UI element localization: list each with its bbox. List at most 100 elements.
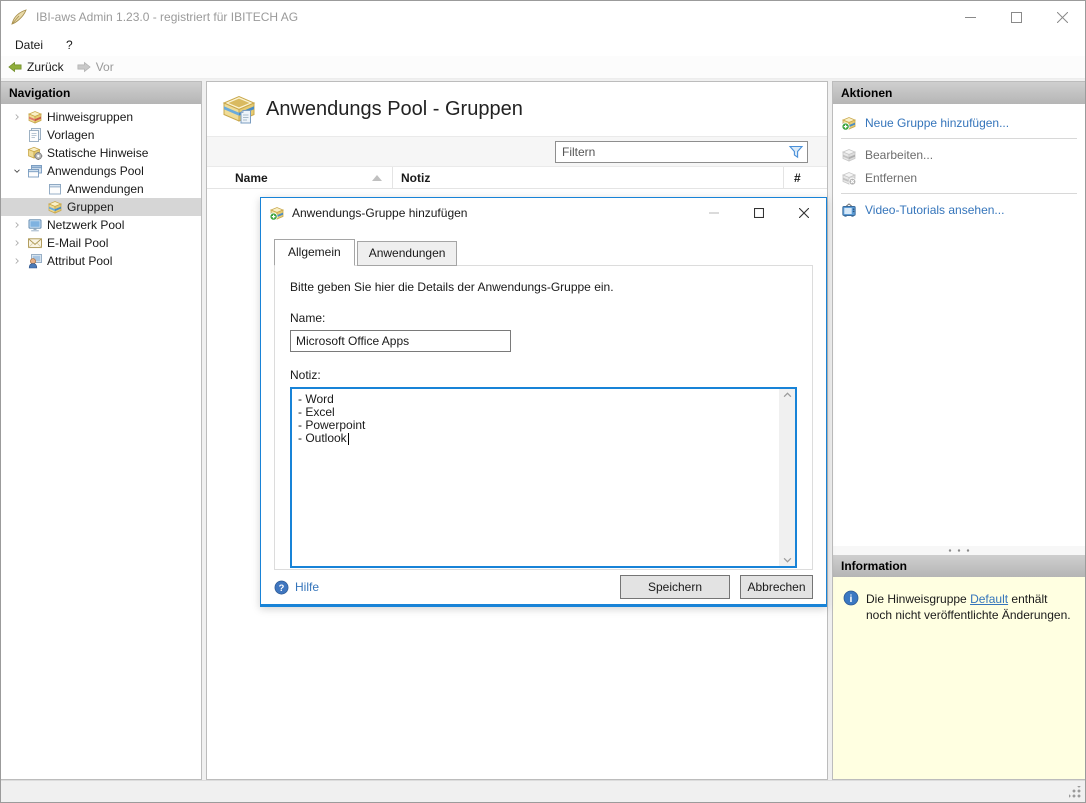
table-header: Name Notiz # xyxy=(207,167,827,189)
column-header-name[interactable]: Name xyxy=(207,167,392,188)
tab-anwendungen[interactable]: Anwendungen xyxy=(356,241,458,266)
page-title: Anwendungs Pool - Gruppen xyxy=(266,97,523,120)
sidebar-item-label: Gruppen xyxy=(67,200,114,214)
dialog-footer: Hilfe Speichern Abbrechen xyxy=(261,570,826,604)
forward-label: Vor xyxy=(95,60,114,74)
back-arrow-icon xyxy=(7,60,23,74)
dialog-close-button[interactable] xyxy=(781,198,826,228)
tab-panel-allgemein: Bitte geben Sie hier die Details der Anw… xyxy=(274,265,813,570)
filter-box xyxy=(555,140,808,163)
scrollbar[interactable] xyxy=(779,389,795,566)
dialog-minimize-button[interactable] xyxy=(691,198,736,228)
menu-help[interactable]: ? xyxy=(57,38,82,52)
sidebar-item-statische-hinweise[interactable]: Statische Hinweise xyxy=(1,144,201,162)
window-title: IBI-aws Admin 1.23.0 - registriert für I… xyxy=(36,10,299,24)
minimize-button[interactable] xyxy=(947,1,993,33)
sidebar-item-label: E-Mail Pool xyxy=(47,236,109,250)
status-bar xyxy=(1,780,1085,802)
actions-header: Aktionen xyxy=(833,82,1085,104)
applications-icon xyxy=(47,181,63,197)
sidebar-item-anwendungen[interactable]: Anwendungen xyxy=(1,180,201,198)
static-notices-icon xyxy=(27,145,43,161)
action-label: Entfernen xyxy=(865,170,918,185)
sidebar-item-label: Anwendungs Pool xyxy=(47,164,144,178)
dialog-tabs: Allgemein Anwendungen xyxy=(274,238,813,266)
chevron-right-icon[interactable] xyxy=(9,109,25,125)
sidebar-item-gruppen[interactable]: Gruppen xyxy=(1,198,201,216)
scroll-down-icon[interactable] xyxy=(783,557,792,563)
save-button[interactable]: Speichern xyxy=(620,575,730,599)
cancel-button[interactable]: Abbrechen xyxy=(740,575,813,599)
close-button[interactable] xyxy=(1039,1,1085,33)
navigation-header: Navigation xyxy=(1,82,201,104)
templates-icon xyxy=(27,127,43,143)
dialog-maximize-button[interactable] xyxy=(736,198,781,228)
name-input[interactable] xyxy=(290,330,511,352)
chevron-right-icon[interactable] xyxy=(9,217,25,233)
content-header: Anwendungs Pool - Gruppen xyxy=(207,82,827,136)
sidebar-item-label: Attribut Pool xyxy=(47,254,113,268)
email-pool-icon xyxy=(27,235,43,251)
action-remove[interactable]: Entfernen xyxy=(841,166,1085,189)
chevron-right-icon[interactable] xyxy=(9,253,25,269)
column-label: Name xyxy=(235,170,268,185)
actions-filler xyxy=(833,221,1085,546)
sidebar-item-vorlagen[interactable]: Vorlagen xyxy=(1,126,201,144)
action-edit[interactable]: Bearbeiten... xyxy=(841,143,1085,166)
action-list: Neue Gruppe hinzufügen... Bearbeiten... … xyxy=(833,104,1085,221)
column-label: Notiz xyxy=(401,170,431,185)
groups-icon xyxy=(47,199,63,215)
panel-splitter[interactable] xyxy=(833,546,1085,555)
information-body: Die Hinweisgruppe Default enthält noch n… xyxy=(833,577,1085,779)
back-button[interactable]: Zurück xyxy=(1,56,70,78)
navigation-tree: Hinweisgruppen Vorlagen Statische Hinwei… xyxy=(1,104,201,270)
information-header: Information xyxy=(833,555,1085,577)
menu-datei[interactable]: Datei xyxy=(6,38,52,52)
open-box-page-icon xyxy=(222,94,256,124)
app-window: IBI-aws Admin 1.23.0 - registriert für I… xyxy=(0,0,1086,803)
action-new-group[interactable]: Neue Gruppe hinzufügen... xyxy=(841,111,1085,134)
default-group-link[interactable]: Default xyxy=(970,592,1008,606)
help-icon xyxy=(274,580,289,595)
sidebar-item-email-pool[interactable]: E-Mail Pool xyxy=(1,234,201,252)
column-header-count[interactable]: # xyxy=(783,167,827,188)
title-bar: IBI-aws Admin 1.23.0 - registriert für I… xyxy=(1,1,1085,33)
column-header-notiz[interactable]: Notiz xyxy=(392,167,783,188)
navigation-panel: Navigation Hinweisgruppen Vorlagen Stati… xyxy=(1,81,202,780)
dialog-title-bar: Anwendungs-Gruppe hinzufügen xyxy=(261,198,826,228)
filter-funnel-icon[interactable] xyxy=(785,142,807,162)
maximize-button[interactable] xyxy=(993,1,1039,33)
dialog-buttons: Speichern Abbrechen xyxy=(620,575,813,599)
app-icon xyxy=(10,8,28,26)
sidebar-item-attribut-pool[interactable]: Attribut Pool xyxy=(1,252,201,270)
sidebar-item-anwendungs-pool[interactable]: Anwendungs Pool xyxy=(1,162,201,180)
sidebar-item-hinweisgruppen[interactable]: Hinweisgruppen xyxy=(1,108,201,126)
resize-grip[interactable] xyxy=(1069,786,1081,798)
tab-allgemein[interactable]: Allgemein xyxy=(274,239,355,266)
column-label: # xyxy=(794,170,801,185)
network-pool-icon xyxy=(27,217,43,233)
sidebar-item-label: Hinweisgruppen xyxy=(47,110,134,124)
window-controls xyxy=(947,1,1085,33)
filter-input[interactable] xyxy=(556,144,785,159)
note-text[interactable]: - Word - Excel - Powerpoint - Outlook xyxy=(292,389,779,566)
separator xyxy=(841,193,1077,194)
chevron-right-icon[interactable] xyxy=(9,235,25,251)
help-label: Hilfe xyxy=(295,580,320,594)
note-textarea[interactable]: - Word - Excel - Powerpoint - Outlook xyxy=(290,387,797,568)
splitter-dots-icon xyxy=(948,549,970,552)
forward-button[interactable]: Vor xyxy=(70,56,120,78)
back-label: Zurück xyxy=(27,60,64,74)
attribute-pool-icon xyxy=(27,253,43,269)
action-label: Neue Gruppe hinzufügen... xyxy=(865,115,1010,130)
help-link[interactable]: Hilfe xyxy=(274,580,319,595)
chevron-down-icon[interactable] xyxy=(9,163,25,179)
forward-arrow-icon xyxy=(76,60,92,74)
scroll-up-icon[interactable] xyxy=(783,392,792,398)
sort-ascending-icon xyxy=(372,174,382,181)
sidebar-item-netzwerk-pool[interactable]: Netzwerk Pool xyxy=(1,216,201,234)
action-video-tutorials[interactable]: Video-Tutorials ansehen... xyxy=(841,198,1085,221)
action-label: Bearbeiten... xyxy=(865,147,934,162)
add-group-icon xyxy=(269,205,285,221)
dialog-anwendungs-gruppe-hinzufuegen: Anwendungs-Gruppe hinzufügen Allgemein A… xyxy=(260,197,827,607)
